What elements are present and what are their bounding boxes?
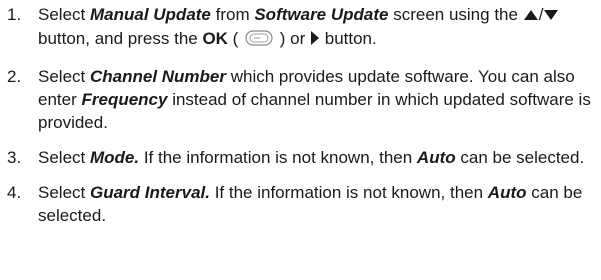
body-text: Select <box>38 67 90 86</box>
step-number: 4. <box>7 183 22 202</box>
body-text: ) or <box>275 29 311 48</box>
body-text: Select <box>38 5 90 24</box>
list-item: 1. Select Manual Update from Software Upd… <box>7 3 599 53</box>
body-text: can be selected. <box>455 148 585 167</box>
ok-button-icon <box>245 29 273 53</box>
emphasized-term: Auto <box>416 148 456 167</box>
body-text: button. <box>320 29 377 48</box>
list-item: 2. Select Channel Number which provides u… <box>7 65 599 134</box>
step-number: 3. <box>7 148 22 167</box>
body-text: If the information is not known, then <box>139 148 417 167</box>
emphasized-term: Auto <box>487 183 527 202</box>
step-text: Select Guard Interval. If the informatio… <box>38 183 582 225</box>
bold-term: OK <box>202 29 228 48</box>
body-text: If the information is not known, then <box>209 183 488 202</box>
list-item: 3. Select Mode. If the information is not… <box>7 146 599 169</box>
body-text: ( <box>227 29 244 48</box>
step-text: Select Manual Update from Software Updat… <box>38 5 559 48</box>
emphasized-term: Mode. <box>89 148 140 167</box>
emphasized-term: Frequency <box>81 90 168 109</box>
body-text: Select <box>38 183 90 202</box>
step-text: Select Mode. If the information is not k… <box>38 148 584 167</box>
emphasized-term: Guard Interval. <box>89 183 210 202</box>
right-arrow-icon <box>310 28 320 51</box>
emphasized-term: Software Update <box>254 5 389 24</box>
body-text: from <box>210 5 255 24</box>
down-arrow-icon <box>543 4 559 27</box>
up-arrow-icon <box>523 4 539 27</box>
body-text: screen using the <box>388 5 523 24</box>
step-number: 2. <box>7 67 22 86</box>
step-text: Select Channel Number which provides upd… <box>38 67 591 132</box>
instruction-list: 1. Select Manual Update from Software Upd… <box>7 3 599 239</box>
step-number: 1. <box>7 5 22 24</box>
emphasized-term: Channel Number <box>89 67 227 86</box>
list-item: 4. Select Guard Interval. If the informat… <box>7 181 599 227</box>
emphasized-term: Manual Update <box>89 5 211 24</box>
body-text: Select <box>38 148 90 167</box>
body-text: button, and press the <box>38 29 203 48</box>
